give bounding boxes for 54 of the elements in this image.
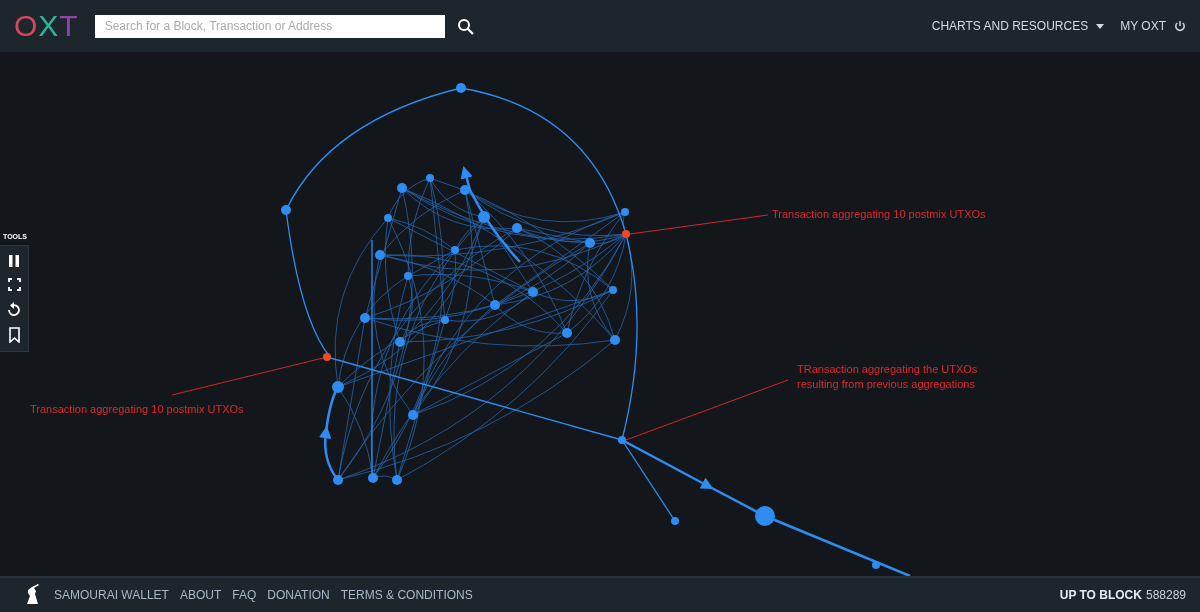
- graph-node: [621, 208, 629, 216]
- graph-node: [441, 316, 449, 324]
- graph-node: [671, 517, 679, 525]
- pause-icon[interactable]: [8, 254, 20, 268]
- annotation-text: Transaction aggregating 10 postmix UTXOs: [30, 402, 244, 417]
- annotation-text: Transaction aggregating 10 postmix UTXOs: [772, 207, 986, 222]
- samurai-icon[interactable]: [24, 584, 42, 606]
- footer-link[interactable]: FAQ: [232, 588, 257, 602]
- graph-node: [368, 473, 378, 483]
- graph-node: [528, 287, 538, 297]
- block-label: UP TO BLOCK: [1059, 588, 1142, 602]
- nav-link[interactable]: MY OXT: [1120, 19, 1186, 33]
- graph-node: [512, 223, 522, 233]
- search-field[interactable]: Search for a Block, Transaction or Address: [94, 14, 445, 38]
- reset-icon[interactable]: [7, 301, 21, 317]
- block-number: 588289: [1145, 588, 1186, 602]
- graph-node: [456, 83, 466, 93]
- nav-link[interactable]: CHARTS AND RESOURCES: [931, 19, 1105, 33]
- graph-node: [332, 381, 344, 393]
- graph-node: [618, 436, 626, 444]
- power-icon: [1174, 20, 1186, 32]
- graph-node: [392, 475, 402, 485]
- footer-link[interactable]: TERMS & CONDITIONS: [340, 588, 473, 602]
- graph-node: [408, 410, 418, 420]
- logo[interactable]: OXT: [14, 9, 79, 43]
- search-icon[interactable]: [456, 17, 474, 35]
- caret-icon: [1096, 23, 1105, 29]
- graph-node: [610, 335, 620, 345]
- graph-node: [585, 238, 595, 248]
- footer-link[interactable]: SAMOURAI WALLET: [54, 588, 169, 602]
- graph-node: [562, 328, 572, 338]
- graph-node: [426, 174, 434, 182]
- fullscreen-icon[interactable]: [7, 278, 21, 291]
- graph-node: [384, 214, 392, 222]
- graph-node: [397, 183, 407, 193]
- graph-node: [451, 246, 459, 254]
- graph-node: [281, 205, 291, 215]
- annotation-text: TRansaction aggregating the UTXOs resulting from previous aggregations: [797, 362, 978, 392]
- highlighted-node: [323, 353, 331, 361]
- graph-node: [490, 300, 500, 310]
- graph-node: [404, 272, 412, 280]
- graph-node: [360, 313, 370, 323]
- highlighted-node: [622, 230, 630, 238]
- footer-link[interactable]: ABOUT: [179, 588, 222, 602]
- graph-node: [375, 250, 385, 260]
- graph-node: [460, 185, 470, 195]
- graph-node: [395, 337, 405, 347]
- bookmark-icon[interactable]: [7, 327, 21, 343]
- graph-node: [333, 475, 343, 485]
- footer-link[interactable]: DONATION: [267, 588, 330, 602]
- graph-node: [872, 561, 880, 569]
- graph-node: [478, 211, 490, 223]
- graph-node: [755, 506, 775, 526]
- graph-node: [609, 286, 617, 294]
